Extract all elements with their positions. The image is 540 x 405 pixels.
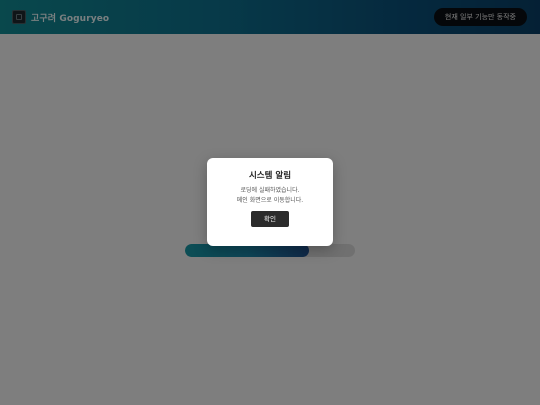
- dialog-message: 로딩에 실패하였습니다. 메인 화면으로 이동합니다.: [207, 186, 333, 205]
- app-root: 고구려 Goguryeo 현재 일부 기능만 동작중 시스템 알림 로딩에 실패…: [0, 0, 540, 405]
- dialog-message-line-2: 메인 화면으로 이동합니다.: [236, 196, 304, 204]
- dialog-message-line-1: 로딩에 실패하였습니다.: [240, 187, 300, 194]
- confirm-button[interactable]: 확인: [251, 211, 289, 227]
- dialog-title: 시스템 알림: [248, 171, 292, 181]
- system-alert-dialog: 시스템 알림 로딩에 실패하였습니다. 메인 화면으로 이동합니다. 확인: [207, 158, 333, 246]
